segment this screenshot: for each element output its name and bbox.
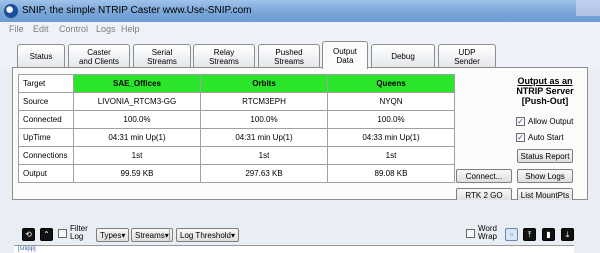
scroll-up-icon[interactable]: ⌃ <box>40 228 53 241</box>
table-row: UpTime 04:31 min Up(1) 04:31 min Up(1) 0… <box>18 128 455 147</box>
types-dropdown[interactable]: Types ▾ <box>96 228 130 242</box>
streams-dropdown[interactable]: Streams ▾ <box>131 228 173 242</box>
output-cell: 99.59 KB <box>73 164 201 183</box>
row-label-uptime: UpTime <box>18 128 74 147</box>
row-label-output: Output <box>18 164 74 183</box>
window-title: SNIP, the simple NTRIP Caster www.Use-SN… <box>22 5 252 16</box>
target-cell[interactable]: Queens <box>327 74 455 93</box>
uptime-cell: 04:33 min Up(1) <box>327 128 455 147</box>
connected-cell: 100.0% <box>73 110 201 129</box>
output-cell: 89.08 KB <box>327 164 455 183</box>
menu-file[interactable]: File <box>9 24 24 34</box>
streams-label: Streams <box>135 230 165 240</box>
tab-pushed-streams[interactable]: Pushed Streams <box>258 44 320 68</box>
app-logo-icon <box>4 4 18 18</box>
log-threshold-dropdown[interactable]: Log Threshold ▾ <box>176 228 240 242</box>
window-controls[interactable] <box>576 0 600 16</box>
show-logs-button[interactable]: Show Logs <box>517 169 573 183</box>
connected-cell: 100.0% <box>200 110 328 129</box>
row-label-connections: Connections <box>18 146 74 165</box>
tab-relay-streams[interactable]: Relay Streams <box>193 44 255 68</box>
tab-output-data[interactable]: Output Data <box>322 41 368 69</box>
connections-cell: 1st <box>200 146 328 165</box>
log-threshold-label: Log Threshold <box>180 230 231 240</box>
word-wrap-label: Word Wrap <box>478 224 497 241</box>
table-row: Source LIVONIA_RTCM3-GG RTCM3EPH NYQN <box>18 92 455 111</box>
connections-cell: 1st <box>73 146 201 165</box>
status-report-button[interactable]: Status Report <box>517 149 573 163</box>
menu-bar: File Edit Control Logs Help <box>0 22 600 38</box>
row-label-connected: Connected <box>18 110 74 129</box>
menu-edit[interactable]: Edit <box>33 24 49 34</box>
checkbox-checked-icon[interactable]: ✓ <box>516 133 525 142</box>
word-wrap-checkbox[interactable]: Word Wrap <box>466 225 497 241</box>
filter-log-label: Filter Log <box>70 224 88 241</box>
menu-control[interactable]: Control <box>59 24 88 34</box>
log-pane[interactable]: [snipp] <box>14 245 574 253</box>
target-cell[interactable]: SAE_Offices <box>73 74 201 93</box>
tab-serial-streams[interactable]: Serial Streams <box>133 44 191 68</box>
output-cell: 297.63 KB <box>200 164 328 183</box>
tab-caster-and-clients[interactable]: Caster and Clients <box>68 44 130 68</box>
allow-output-label: Allow Output <box>528 117 574 126</box>
uptime-cell: 04:31 min Up(1) <box>200 128 328 147</box>
source-cell: LIVONIA_RTCM3-GG <box>73 92 201 111</box>
heading-line-3: [Push-Out] <box>521 96 569 106</box>
allow-output-checkbox[interactable]: ✓ Allow Output <box>516 117 573 126</box>
scroll-bottom-icon[interactable]: ⤓ <box>561 228 574 241</box>
push-out-heading: Output as an NTRIP Server [Push-Out] <box>510 76 580 106</box>
refresh-icon[interactable]: ⟲ <box>22 228 35 241</box>
log-line: [snipp] <box>18 246 36 252</box>
table-row: Connections 1st 1st 1st <box>18 146 455 165</box>
tab-strip: Status Caster and Clients Serial Streams… <box>0 38 600 69</box>
chevron-down-icon: ▾ <box>121 230 126 240</box>
scroll-top-icon[interactable]: ⤒ <box>523 228 536 241</box>
filter-log-checkbox[interactable]: Filter Log <box>58 225 88 241</box>
copy-icon[interactable]: ▫ <box>505 228 518 241</box>
output-grid: Target SAE_Offices Orbits Queens Source … <box>18 74 455 183</box>
menu-help[interactable]: Help <box>121 24 140 34</box>
heading-line-1: Output as an <box>517 76 573 86</box>
menu-logs[interactable]: Logs <box>96 24 116 34</box>
table-row: Connected 100.0% 100.0% 100.0% <box>18 110 455 129</box>
target-cell[interactable]: Orbits <box>200 74 328 93</box>
auto-start-label: Auto Start <box>528 133 564 142</box>
table-row: Target SAE_Offices Orbits Queens <box>18 74 455 93</box>
connections-cell: 1st <box>327 146 455 165</box>
divider <box>169 228 170 242</box>
title-bar: SNIP, the simple NTRIP Caster www.Use-SN… <box>0 0 600 22</box>
checkbox-checked-icon[interactable]: ✓ <box>516 117 525 126</box>
row-label-target: Target <box>18 74 74 93</box>
table-row: Output 99.59 KB 297.63 KB 89.08 KB <box>18 164 455 183</box>
row-label-source: Source <box>18 92 74 111</box>
tab-debug[interactable]: Debug <box>371 44 435 68</box>
connected-cell: 100.0% <box>327 110 455 129</box>
source-cell: RTCM3EPH <box>200 92 328 111</box>
tab-udp-sender[interactable]: UDP Sender <box>438 44 496 68</box>
checkbox-unchecked-icon[interactable] <box>466 228 475 238</box>
uptime-cell: 04:31 min Up(1) <box>73 128 201 147</box>
tab-status[interactable]: Status <box>17 44 65 68</box>
auto-start-checkbox[interactable]: ✓ Auto Start <box>516 133 564 142</box>
chevron-down-icon: ▾ <box>231 230 236 240</box>
types-label: Types <box>100 230 122 240</box>
heading-line-2: NTRIP Server <box>516 86 574 96</box>
connect-button[interactable]: Connect... <box>456 169 512 183</box>
source-cell: NYQN <box>327 92 455 111</box>
page-icon[interactable]: ▮ <box>542 228 555 241</box>
checkbox-unchecked-icon[interactable] <box>58 228 67 238</box>
